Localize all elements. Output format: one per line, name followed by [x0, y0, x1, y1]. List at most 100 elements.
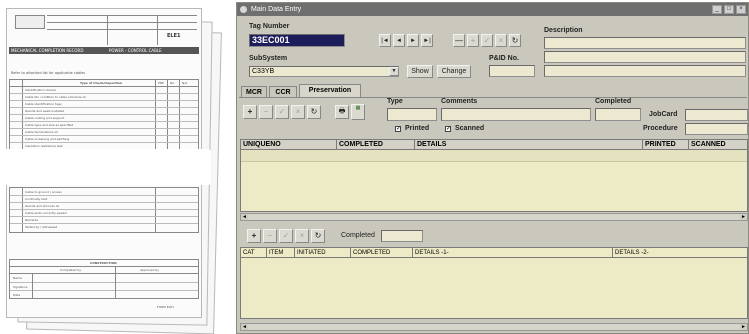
printed-checkbox[interactable]: ✓ [395, 126, 401, 132]
completed-field[interactable] [595, 108, 641, 121]
print-icon[interactable]: 🖶 [335, 105, 349, 119]
cancel-preservation-button[interactable]: × [291, 105, 305, 119]
tag-number-field[interactable]: 33EC001 [249, 34, 345, 47]
remove-preservation-button[interactable]: − [259, 105, 273, 119]
chevron-down-icon[interactable]: ▼ [389, 67, 399, 76]
column-printed[interactable]: PRINTED [643, 140, 689, 150]
printed-label: Printed [405, 125, 430, 132]
pid-label: P&ID No. [489, 55, 519, 62]
items-grid[interactable]: CAT ITEM INITIATED COMPLETED DETAILS -1-… [240, 247, 748, 319]
form-header-left: MECHANICAL COMPLETION RECORD [11, 48, 84, 53]
column-scanned[interactable]: SCANNED [689, 140, 747, 150]
preservation-grid-scrollbar[interactable]: ◄ ► [240, 213, 748, 221]
tab-preservation[interactable]: Preservation [299, 84, 361, 98]
scroll-left-icon[interactable]: ◄ [241, 324, 248, 330]
scanned-checkbox[interactable]: ✓ [445, 126, 451, 132]
preservation-grid[interactable]: UNIQUENO COMPLETED DETAILS PRINTED SCANN… [240, 139, 748, 212]
subsystem-select[interactable]: C33YB [249, 66, 399, 77]
first-record-button[interactable]: |◄ [379, 34, 391, 47]
add-item-button[interactable]: + [247, 229, 261, 243]
add-preservation-button[interactable]: + [243, 105, 257, 119]
column-item[interactable]: ITEM [267, 248, 295, 258]
lower-completed-field[interactable] [381, 230, 423, 242]
check-row: Cable to ground / screen [25, 190, 62, 194]
jobcard-field[interactable] [685, 109, 748, 121]
check-row: Remarks [25, 218, 39, 222]
scroll-right-icon[interactable]: ► [740, 324, 747, 330]
column-completed[interactable]: COMPLETED [337, 140, 415, 150]
items-grid-scrollbar[interactable]: ◄ ► [240, 323, 748, 331]
comments-field[interactable] [441, 108, 591, 121]
check-row: Cable type and size as specified [25, 123, 74, 127]
description-field-2[interactable] [544, 51, 746, 63]
column-completed-lower[interactable]: COMPLETED [351, 248, 413, 258]
delete-record-button[interactable]: — [453, 34, 465, 47]
signature-col: Approved by [140, 268, 160, 272]
form-reference: FORM ELE1 [157, 305, 175, 309]
check-row: Insulation resistance test [25, 144, 63, 148]
cancel-edit-button[interactable]: × [495, 34, 507, 47]
paper-sheet-front: ELE1 MECHANICAL COMPLETION RECORD POWER … [0, 8, 211, 318]
refresh-button[interactable]: ↻ [509, 34, 521, 47]
scroll-right-icon[interactable]: ► [740, 214, 747, 220]
tab-ccr[interactable]: CCR [269, 86, 297, 97]
description-field-3[interactable] [544, 65, 746, 77]
column-details[interactable]: DETAILS [415, 140, 643, 150]
check-table: Type of Check/Inspection PRE NA N/A Iden… [9, 79, 199, 157]
pid-field[interactable] [489, 65, 535, 77]
signature-row: Date [13, 293, 21, 297]
add-record-button[interactable]: + [467, 34, 479, 47]
close-button[interactable]: × [736, 5, 746, 14]
form-header-bar: MECHANICAL COMPLETION RECORD POWER - CON… [9, 47, 199, 54]
description-label: Description [544, 27, 583, 34]
procedure-field[interactable] [685, 123, 748, 135]
jobcard-label: JobCard [649, 111, 678, 118]
comments-label: Comments [441, 98, 478, 105]
signature-block-title: CONSTRUCTION [90, 261, 117, 265]
next-record-button[interactable]: ► [407, 34, 419, 47]
tab-mcr[interactable]: MCR [241, 86, 267, 97]
scan-icon[interactable]: ▦ [351, 104, 365, 120]
check-row: Continuity test [25, 197, 48, 201]
check-row: Cable routing and support [25, 116, 65, 120]
type-field[interactable] [387, 108, 437, 121]
save-item-button[interactable]: ✓ [279, 229, 293, 243]
scanned-label: Scanned [455, 125, 485, 132]
show-subsystem-button[interactable]: Show [407, 65, 433, 78]
check-row: Cable terminations ok [25, 130, 59, 134]
cancel-item-button[interactable]: × [295, 229, 309, 243]
main-data-entry-window: Main Data Entry _ □ × Tag Number 33EC001… [236, 2, 749, 334]
minimize-button[interactable]: _ [712, 5, 722, 14]
refresh-preservation-button[interactable]: ↻ [307, 105, 321, 119]
column-details-2[interactable]: DETAILS -2- [613, 248, 747, 258]
last-record-button[interactable]: ►| [421, 34, 433, 47]
form-instruction: Refer to attached list for applicable ca… [11, 71, 86, 75]
save-preservation-button[interactable]: ✓ [275, 105, 289, 119]
check-row: Cable ends correctly sealed [25, 211, 67, 215]
scroll-left-icon[interactable]: ◄ [241, 214, 248, 220]
app-icon [240, 6, 247, 13]
previous-record-button[interactable]: ◄ [393, 34, 405, 47]
check-col-header: NA [170, 81, 175, 85]
table-row[interactable] [241, 150, 747, 162]
description-field-1[interactable] [544, 37, 746, 49]
column-cat[interactable]: CAT [241, 248, 267, 258]
remove-item-button[interactable]: − [263, 229, 277, 243]
tab-divider [239, 97, 747, 98]
save-record-button[interactable]: ✓ [481, 34, 493, 47]
check-row: Identification checks [25, 88, 56, 92]
check-table-continued: Cable to ground / screen Continuity test… [9, 187, 199, 233]
column-uniqueno[interactable]: UNIQUENO [241, 140, 337, 150]
company-logo [15, 15, 45, 29]
column-initiated[interactable]: INITIATED [295, 248, 351, 258]
check-row: Cable identification tags [25, 102, 62, 106]
change-subsystem-button[interactable]: Change [437, 65, 471, 78]
title-bar: Main Data Entry _ □ × [237, 3, 748, 16]
check-row: Glands and seals installed [25, 109, 65, 113]
subsystem-label: SubSystem [249, 55, 288, 62]
maximize-button[interactable]: □ [724, 5, 734, 14]
check-row: Cable screening and earthing [25, 137, 70, 141]
refresh-item-button[interactable]: ↻ [311, 229, 325, 243]
check-col-header: N/A [182, 81, 188, 85]
column-details-1[interactable]: DETAILS -1- [413, 248, 613, 258]
